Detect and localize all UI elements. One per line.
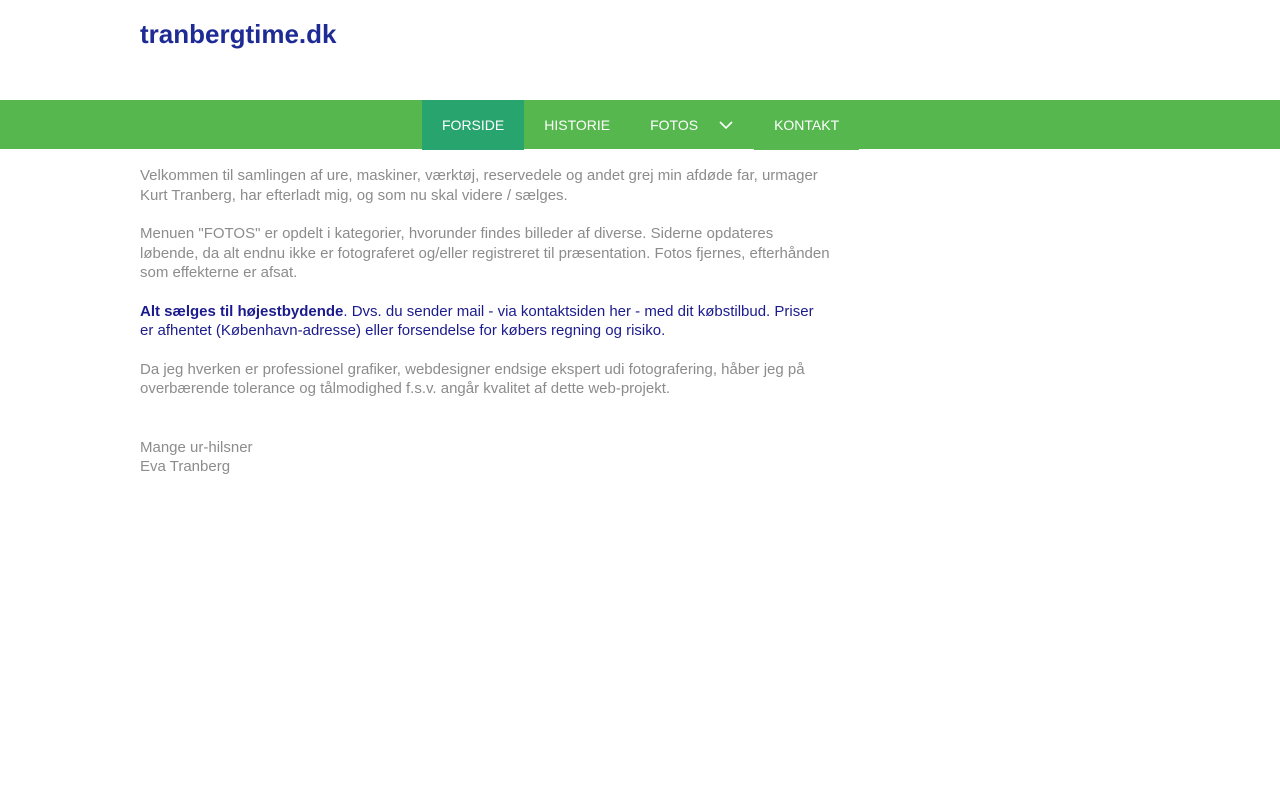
nav-item-fotos[interactable]: FOTOS: [630, 100, 754, 150]
fotos-info-paragraph: Menuen "FOTOS" er opdelt i kategorier, h…: [140, 225, 830, 281]
nav-item-label: FOTOS: [650, 117, 699, 133]
site-header: tranbergtime.dk: [0, 0, 1280, 100]
main-navigation: FORSIDE HISTORIE FOTOS KONTAKT: [422, 100, 860, 150]
nav-item-label: KONTAKT: [774, 117, 840, 133]
nav-item-label: FORSIDE: [442, 117, 505, 133]
disclaimer-paragraph: Da jeg hverken er professionel grafiker,…: [140, 360, 805, 398]
sales-info-paragraph: Alt sælges til højestbydende. Dvs. du se…: [140, 302, 830, 341]
intro-paragraph: Velkommen til samlingen af ure, maskiner…: [140, 167, 818, 204]
chevron-down-icon[interactable]: [718, 117, 734, 133]
main-navigation-bar: FORSIDE HISTORIE FOTOS KONTAKT: [0, 100, 1280, 150]
signoff: Mange ur-hilsner Eva Tranberg: [140, 438, 830, 476]
signoff-greeting: Mange ur-hilsner: [140, 438, 253, 456]
signoff-name: Eva Tranberg: [140, 457, 231, 475]
nav-item-label: HISTORIE: [544, 117, 611, 133]
nav-item-historie[interactable]: HISTORIE: [524, 100, 630, 150]
nav-item-forside[interactable]: FORSIDE: [422, 100, 525, 150]
site-title-link[interactable]: tranbergtime.dk: [140, 19, 337, 50]
sales-highlight-bold: Alt sælges til højestbydende: [140, 302, 344, 320]
nav-item-kontakt[interactable]: KONTAKT: [754, 100, 860, 150]
main-content: Velkommen til samlingen af ure, maskiner…: [140, 166, 830, 476]
